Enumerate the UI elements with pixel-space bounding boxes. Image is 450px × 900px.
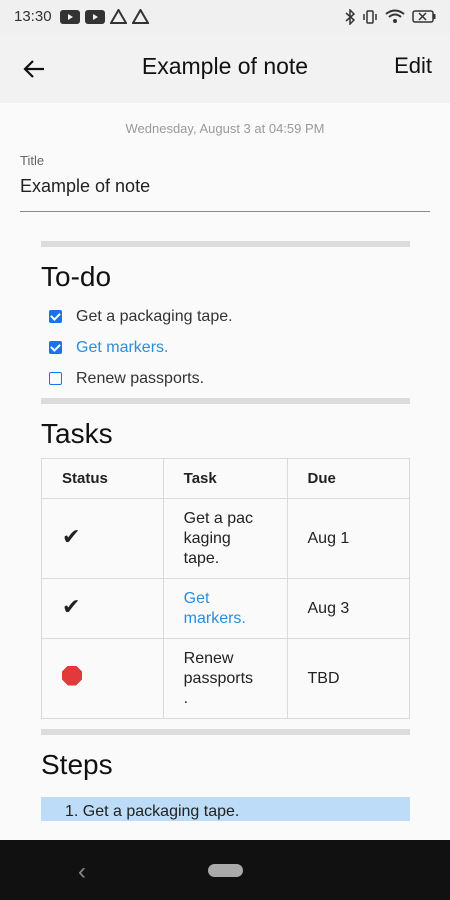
task-cell[interactable]: Get markers. bbox=[162, 578, 288, 639]
todo-list: Get a packaging tape. Get markers. Renew… bbox=[41, 301, 410, 394]
task-text-line: Renew bbox=[183, 649, 234, 667]
title-field[interactable]: Example of note bbox=[20, 176, 150, 197]
task-link-line[interactable]: Get bbox=[184, 589, 267, 609]
title-field-underline bbox=[20, 211, 430, 212]
table-row: Renew passports . TBD bbox=[41, 638, 410, 719]
drive-icon bbox=[131, 9, 149, 24]
youtube-icon bbox=[84, 9, 105, 24]
due-cell: Aug 1 bbox=[286, 498, 410, 579]
column-header-task: Task bbox=[162, 458, 288, 499]
task-text-line: . bbox=[183, 689, 189, 707]
task-text-line: passports bbox=[183, 669, 254, 687]
steps-heading: Steps bbox=[41, 749, 113, 780]
checkbox-checked[interactable] bbox=[49, 310, 62, 323]
task-text-line: kaging bbox=[183, 529, 231, 547]
divider bbox=[41, 398, 410, 404]
note-content[interactable]: Wednesday, August 3 at 04:59 PM Title Ex… bbox=[0, 103, 450, 840]
stop-sign-icon bbox=[62, 665, 82, 686]
vibrate-icon bbox=[363, 9, 377, 24]
due-cell: TBD bbox=[286, 638, 410, 719]
column-header-status: Status bbox=[41, 458, 164, 499]
tasks-heading: Tasks bbox=[41, 418, 113, 449]
table-header-row: Status Task Due bbox=[41, 458, 410, 499]
status-cell: ✔ bbox=[41, 578, 164, 639]
status-cell: ✔ bbox=[41, 498, 164, 579]
wifi-icon bbox=[385, 9, 405, 23]
step-item: 1. Get a packaging tape. bbox=[65, 803, 240, 820]
battery-icon bbox=[412, 10, 436, 23]
status-cell bbox=[41, 638, 164, 719]
table-row: ✔ Get a pac kaging tape. Aug 1 bbox=[41, 498, 410, 579]
task-cell: Get a pac kaging tape. bbox=[162, 498, 288, 579]
todo-item: Get a packaging tape. bbox=[41, 301, 410, 332]
divider bbox=[41, 241, 410, 247]
divider bbox=[41, 729, 410, 735]
app-bar: Example of note Edit bbox=[0, 33, 450, 103]
system-nav-bar: ‹ bbox=[0, 840, 450, 900]
checkbox-unchecked[interactable] bbox=[49, 372, 62, 385]
todo-heading: To-do bbox=[41, 261, 112, 292]
todo-item-link[interactable]: Get markers. bbox=[76, 339, 168, 357]
todo-item: Get markers. bbox=[41, 332, 410, 363]
tasks-table: Status Task Due ✔ Get a pac kaging tape.… bbox=[41, 458, 410, 719]
checkbox-checked[interactable] bbox=[49, 341, 62, 354]
table-row: ✔ Get markers. Aug 3 bbox=[41, 578, 410, 639]
edit-button[interactable]: Edit bbox=[394, 53, 432, 79]
note-timestamp: Wednesday, August 3 at 04:59 PM bbox=[125, 121, 325, 136]
note-body: To-do Get a packaging tape. Get markers.… bbox=[41, 241, 410, 821]
nav-home-button[interactable] bbox=[208, 864, 243, 877]
todo-item-label: Get a packaging tape. bbox=[76, 307, 233, 325]
page-title: Example of note bbox=[141, 53, 309, 79]
task-text-line: tape. bbox=[183, 549, 220, 567]
check-icon: ✔ bbox=[62, 594, 81, 619]
bluetooth-icon bbox=[345, 8, 355, 25]
task-text-line: Get a pac bbox=[183, 509, 254, 527]
nav-back-button[interactable]: ‹ bbox=[78, 858, 86, 886]
todo-item: Renew passports. bbox=[41, 363, 410, 394]
status-time: 13:30 bbox=[14, 8, 52, 25]
task-cell: Renew passports . bbox=[162, 638, 288, 719]
status-bar: 13:30 bbox=[0, 0, 450, 33]
youtube-icon bbox=[59, 9, 80, 24]
drive-icon bbox=[109, 9, 127, 24]
todo-item-label: Renew passports. bbox=[76, 369, 205, 387]
title-field-label: Title bbox=[20, 153, 45, 168]
column-header-due: Due bbox=[286, 458, 410, 499]
check-icon: ✔ bbox=[62, 524, 81, 549]
due-cell: Aug 3 bbox=[286, 578, 410, 639]
steps-list: 1. Get a packaging tape. bbox=[41, 797, 410, 821]
task-link-line[interactable]: markers. bbox=[184, 609, 267, 629]
